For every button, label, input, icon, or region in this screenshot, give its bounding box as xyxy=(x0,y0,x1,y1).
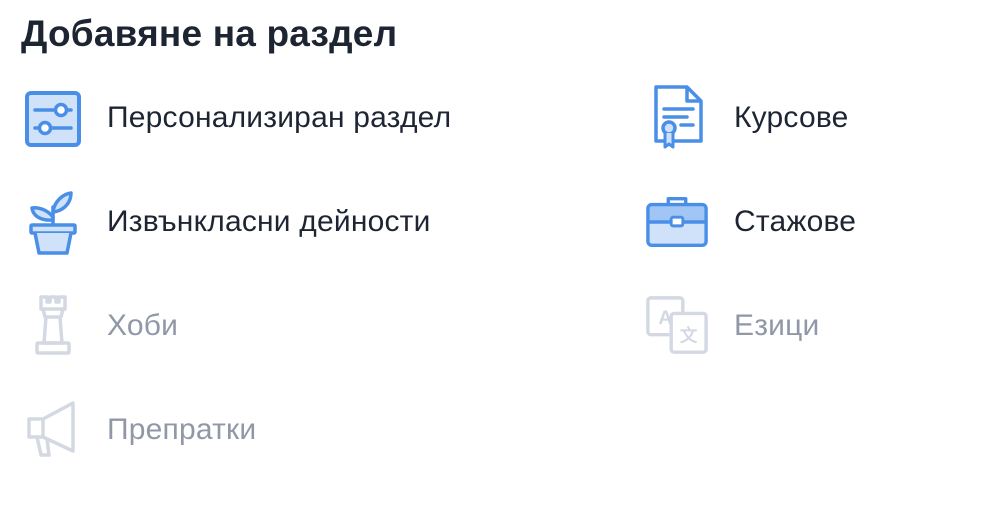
add-section-personalized[interactable]: Персонализиран раздел xyxy=(21,83,451,153)
add-section-languages[interactable]: A 文 Езици xyxy=(645,291,819,361)
add-section-hobbies[interactable]: Хоби xyxy=(21,291,178,361)
megaphone-icon xyxy=(21,395,85,465)
briefcase-icon xyxy=(645,187,709,257)
section-label: Извънкласни дейности xyxy=(107,205,431,238)
plant-icon xyxy=(21,187,85,257)
section-label: Персонализиран раздел xyxy=(107,101,452,134)
sliders-icon xyxy=(21,83,85,153)
section-label: Стажове xyxy=(734,205,857,238)
add-section-references[interactable]: Препратки xyxy=(21,395,256,465)
page-title: Добавяне на раздел xyxy=(21,13,398,54)
section-label: Хоби xyxy=(107,309,179,342)
section-label: Курсове xyxy=(734,101,849,134)
section-label: Езици xyxy=(734,309,820,342)
add-section-courses[interactable]: Курсове xyxy=(645,83,849,153)
translate-icon: A 文 xyxy=(645,291,709,361)
section-label: Препратки xyxy=(107,413,257,446)
certificate-icon xyxy=(645,83,709,153)
add-section-internships[interactable]: Стажове xyxy=(645,187,856,257)
svg-text:文: 文 xyxy=(680,326,698,347)
svg-text:A: A xyxy=(658,307,672,329)
add-section-extracurricular[interactable]: Извънкласни дейности xyxy=(21,187,431,257)
chess-rook-icon xyxy=(21,291,85,361)
